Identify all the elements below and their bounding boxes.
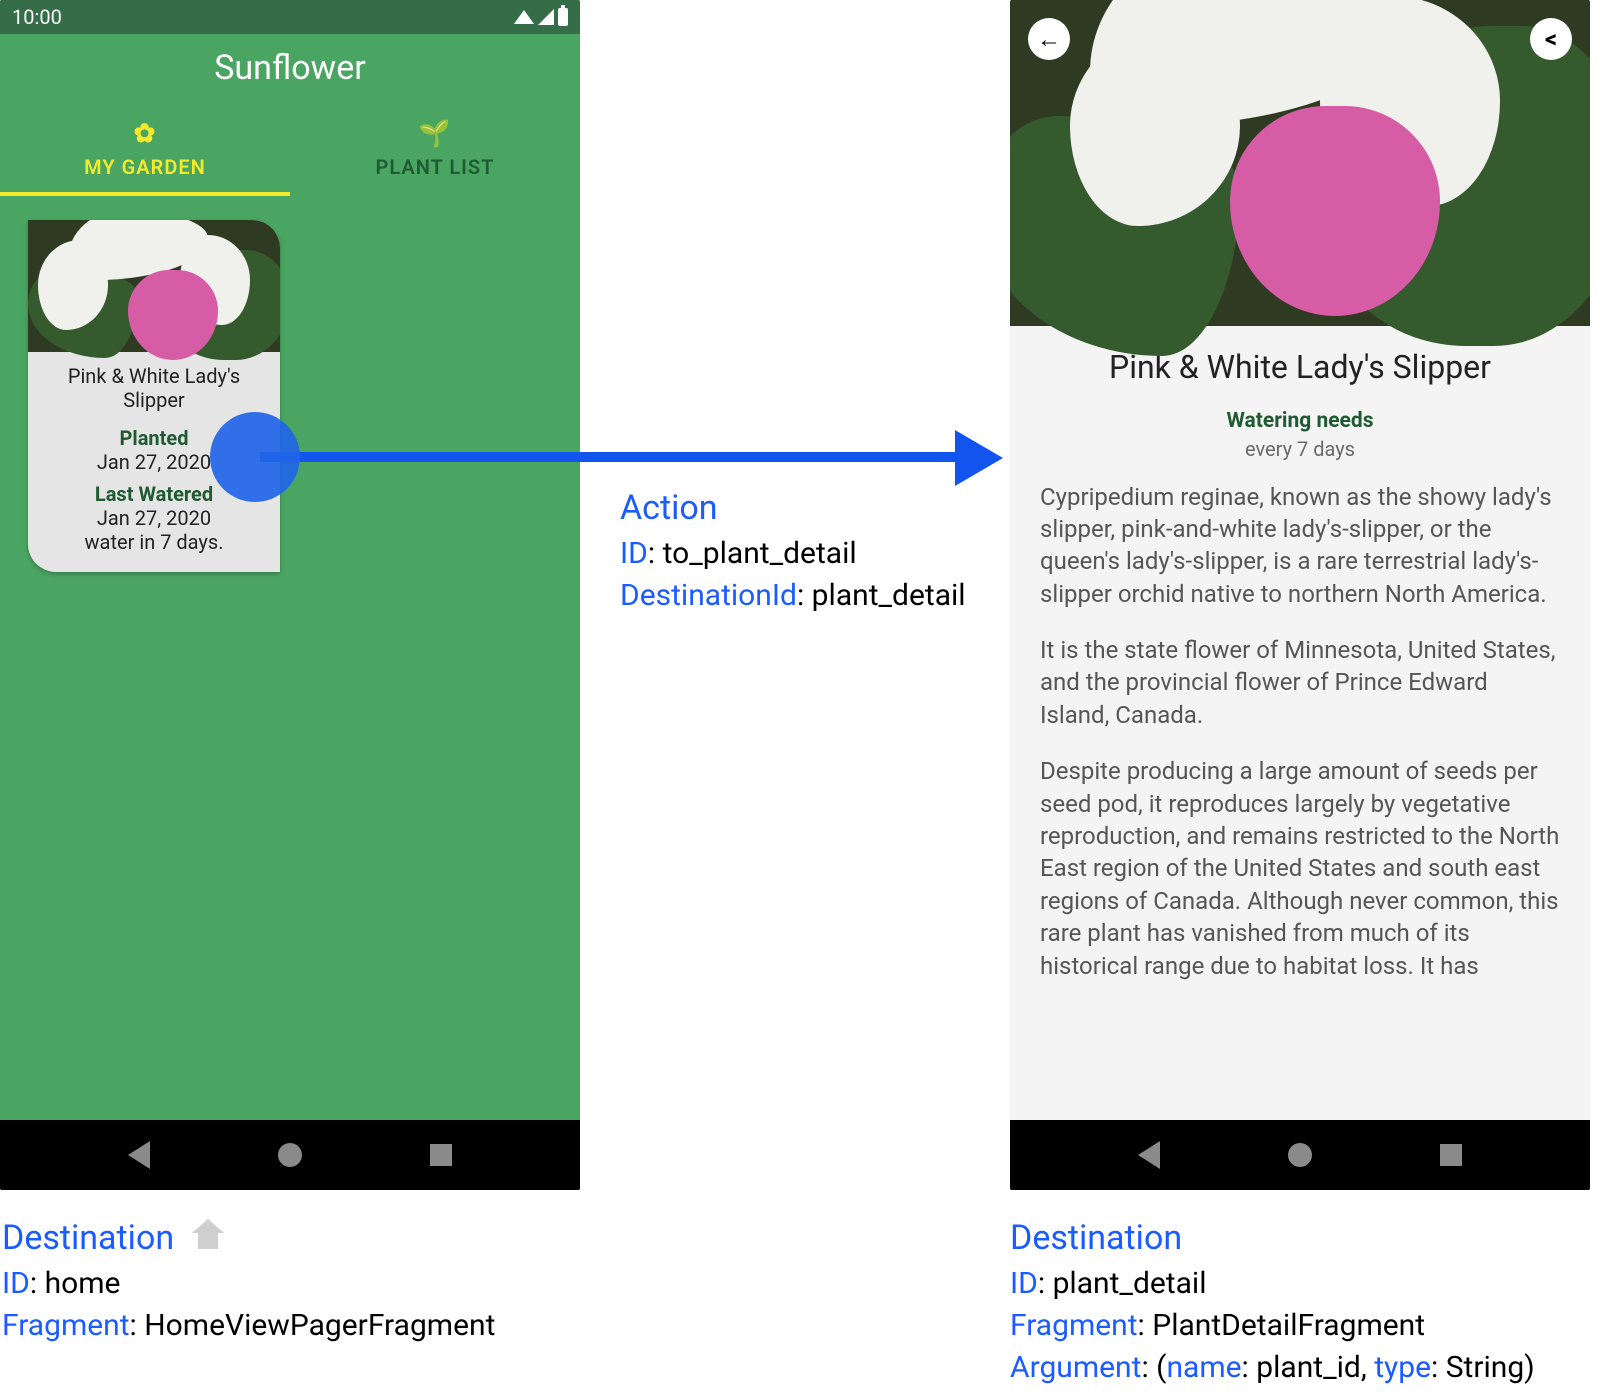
nav-home-icon[interactable] — [1288, 1143, 1312, 1167]
tab-label: PLANT LIST — [376, 155, 495, 179]
plant-card[interactable]: Pink & White Lady's Slipper Planted Jan … — [28, 220, 280, 572]
tab-label: MY GARDEN — [84, 155, 206, 179]
annotation-destination-home: Destination ID: home Fragment: HomeViewP… — [2, 1215, 495, 1347]
dest-fragment-value: HomeViewPagerFragment — [144, 1308, 495, 1343]
app-title: Sunflower — [0, 34, 580, 102]
plant-name: Pink & White Lady's Slipper — [38, 364, 270, 412]
wifi-icon — [514, 10, 534, 24]
annotation-action: Action ID: to_plant_detail DestinationId… — [620, 485, 966, 617]
phone-home: 10:00 Sunflower ✿ MY GARDEN 🌱 PLANT LIST — [0, 0, 580, 1190]
dest-id-label: ID — [2, 1266, 30, 1301]
detail-content: 10:00 ← < — [1010, 0, 1590, 1120]
dest-id-label: ID — [1010, 1266, 1038, 1301]
share-button[interactable]: < — [1530, 18, 1572, 60]
nav-recent-icon[interactable] — [1440, 1144, 1462, 1166]
plant-title: Pink & White Lady's Slipper — [1040, 346, 1560, 389]
battery-icon — [558, 8, 568, 26]
share-icon: < — [1545, 25, 1557, 53]
nav-back-icon[interactable] — [1138, 1141, 1160, 1169]
annotation-destination-detail: Destination ID: plant_detail Fragment: P… — [1010, 1215, 1535, 1389]
status-time: 10:00 — [12, 5, 62, 29]
action-dest-value: plant_detail — [812, 578, 966, 613]
signal-icon — [538, 9, 554, 25]
nav-recent-icon[interactable] — [430, 1144, 452, 1166]
plant-thumbnail — [28, 220, 280, 352]
action-id-value: to_plant_detail — [663, 536, 857, 571]
arg-name-value: plant_id — [1256, 1350, 1361, 1385]
arg-type-label: type — [1374, 1350, 1431, 1385]
hero-image: 10:00 ← < — [1010, 0, 1590, 326]
action-title: Action — [620, 485, 718, 533]
detail-paragraph: It is the state flower of Minnesota, Uni… — [1040, 634, 1560, 731]
arg-name-label: name — [1166, 1350, 1241, 1385]
my-garden-content: Pink & White Lady's Slipper Planted Jan … — [0, 196, 580, 1120]
home-icon — [192, 1223, 224, 1251]
dest-arg-label: Argument — [1010, 1350, 1141, 1385]
water-due: water in 7 days. — [38, 530, 270, 554]
arrow-left-icon: ← — [1037, 25, 1061, 54]
destination-title: Destination — [1010, 1215, 1182, 1263]
detail-paragraph: Cypripedium reginae, known as the showy … — [1040, 481, 1560, 611]
watering-label: Watering needs — [1040, 407, 1560, 435]
tabs: ✿ MY GARDEN 🌱 PLANT LIST — [0, 102, 580, 196]
destination-title: Destination — [2, 1215, 174, 1263]
detail-paragraph: Despite producing a large amount of seed… — [1040, 755, 1560, 982]
dest-fragment-label: Fragment — [2, 1308, 130, 1343]
dest-id-value: plant_detail — [1053, 1266, 1207, 1301]
action-dest-label: DestinationId — [620, 578, 797, 613]
watered-date: Jan 27, 2020 — [38, 506, 270, 530]
tab-plant-list[interactable]: 🌱 PLANT LIST — [290, 102, 580, 196]
tab-my-garden[interactable]: ✿ MY GARDEN — [0, 102, 290, 196]
touch-indicator — [210, 412, 300, 502]
watering-value: every 7 days — [1040, 436, 1560, 463]
dest-fragment-value: PlantDetailFragment — [1152, 1308, 1425, 1343]
nav-arrow — [260, 452, 960, 462]
system-nav — [0, 1120, 580, 1190]
status-bar: 10:00 — [0, 0, 580, 34]
sprout-icon: 🌱 — [418, 119, 451, 149]
arg-type-value: String — [1446, 1350, 1525, 1385]
status-icons — [514, 8, 568, 26]
detail-body: Pink & White Lady's Slipper Watering nee… — [1010, 326, 1590, 1006]
arrow-head-icon — [955, 430, 1003, 486]
action-id-label: ID — [620, 536, 648, 571]
system-nav — [1010, 1120, 1590, 1190]
dest-id-value: home — [45, 1266, 121, 1301]
back-button[interactable]: ← — [1028, 18, 1070, 60]
flower-icon: ✿ — [134, 119, 157, 149]
dest-fragment-label: Fragment — [1010, 1308, 1138, 1343]
phone-detail: 10:00 ← < — [1010, 0, 1590, 1190]
nav-home-icon[interactable] — [278, 1143, 302, 1167]
nav-back-icon[interactable] — [128, 1141, 150, 1169]
